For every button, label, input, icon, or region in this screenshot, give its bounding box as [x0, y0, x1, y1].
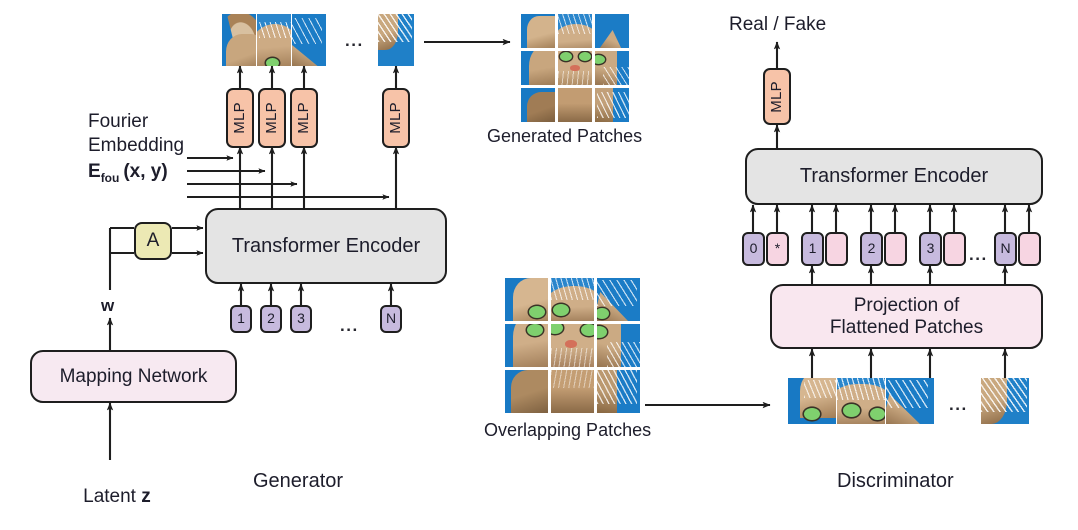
overlapping-patches-grid — [505, 278, 640, 413]
generator-mlp-box: MLP — [258, 88, 286, 148]
grid-patch — [505, 324, 548, 367]
generated-patch-tile — [292, 14, 326, 66]
discriminator-position-token: N — [994, 232, 1017, 266]
discriminator-token-ellipsis: ... — [969, 245, 988, 264]
grid-patch — [597, 324, 640, 367]
grid-patch — [521, 51, 555, 85]
affine-transform-label: A — [146, 230, 160, 252]
real-fake-output-label: Real / Fake — [729, 14, 827, 35]
generator-mlp-label: MLP — [386, 102, 404, 134]
discriminator-position-token: 3 — [919, 232, 942, 266]
fourier-symbol-subscript: fou — [100, 170, 120, 185]
generator-mlp-label: MLP — [294, 102, 312, 134]
w-latent-label: w — [101, 296, 115, 315]
fourier-symbol-args: (x, y) — [123, 160, 168, 182]
grid-patch — [595, 51, 629, 85]
generator-token: 2 — [260, 305, 282, 333]
grid-patch — [558, 14, 592, 48]
generated-strip-ellipsis: ... — [345, 31, 364, 50]
generator-mlp-box: MLP — [290, 88, 318, 148]
grid-patch — [505, 278, 548, 321]
grid-patch — [505, 370, 548, 413]
fourier-embedding-label: Fourier Embedding Efou (x, y) — [88, 110, 198, 185]
generator-token: N — [380, 305, 402, 333]
latent-z-label: Latent z — [62, 464, 151, 530]
generator-token-label: 3 — [297, 310, 305, 327]
fourier-line-1: Fourier — [88, 111, 149, 132]
discriminator-caption: Discriminator — [837, 470, 954, 492]
generator-mlp-label: MLP — [262, 102, 280, 134]
generator-mlp-box: MLP — [382, 88, 410, 148]
discriminator-position-token: 2 — [860, 232, 883, 266]
generator-token: 1 — [230, 305, 252, 333]
fourier-line-2: Embedding — [88, 134, 185, 156]
discriminator-position-token-label: N — [1000, 240, 1011, 257]
grid-patch — [595, 14, 629, 48]
latent-symbol: z — [141, 486, 151, 507]
generator-token: 3 — [290, 305, 312, 333]
input-patch-tile — [981, 378, 1029, 424]
grid-patch — [551, 370, 594, 413]
mapping-network-label: Mapping Network — [59, 365, 208, 387]
generator-token-ellipsis: ... — [340, 316, 359, 335]
discriminator-position-token-label: 0 — [749, 240, 758, 257]
fourier-symbol-base: E — [88, 160, 101, 182]
discriminator-encoder-label: Transformer Encoder — [799, 165, 989, 188]
discriminator-mlp-label: MLP — [767, 80, 785, 113]
generator-mlp-label: MLP — [230, 102, 248, 134]
discriminator-patch-token — [1018, 232, 1041, 266]
discriminator-patch-token: * — [766, 232, 789, 266]
affine-transform-box: A — [134, 222, 172, 260]
grid-patch — [558, 88, 592, 122]
projection-line-1: Projection of — [853, 295, 960, 317]
generator-transformer-encoder: Transformer Encoder — [205, 208, 447, 284]
discriminator-position-token-label: 3 — [926, 240, 935, 257]
grid-patch — [597, 370, 640, 413]
input-patch-tile — [837, 378, 885, 424]
discriminator-transformer-encoder: Transformer Encoder — [745, 148, 1043, 205]
generator-token-label: 2 — [267, 310, 275, 327]
grid-patch — [521, 14, 555, 48]
grid-patch — [551, 278, 594, 321]
projection-line-2: Flattened Patches — [829, 316, 984, 338]
discriminator-patch-token — [884, 232, 907, 266]
input-patch-tile — [886, 378, 934, 424]
grid-patch — [597, 278, 640, 321]
generator-encoder-label: Transformer Encoder — [231, 234, 421, 257]
generated-patches-caption: Generated Patches — [487, 126, 643, 146]
discriminator-mlp-box: MLP — [763, 68, 791, 125]
discriminator-position-token-label: 1 — [808, 240, 817, 257]
figure-canvas: ... MLP MLP MLP MLP Fourier Embedding Ef… — [0, 0, 1078, 530]
mapping-network-box: Mapping Network — [30, 350, 237, 403]
discriminator-position-token: 1 — [801, 232, 824, 266]
generated-patch-tile — [257, 14, 291, 66]
generator-token-label: N — [385, 310, 397, 327]
discriminator-patch-token — [825, 232, 848, 266]
grid-patch — [521, 88, 555, 122]
grid-patch — [551, 324, 594, 367]
input-patch-ellipsis: ... — [949, 395, 968, 414]
discriminator-position-token-label: 2 — [867, 240, 876, 257]
generated-patches-grid — [521, 14, 629, 122]
projection-of-flattened-patches-box: Projection of Flattened Patches — [770, 284, 1043, 349]
overlapping-patches-caption: Overlapping Patches — [484, 420, 652, 440]
discriminator-patch-token — [943, 232, 966, 266]
latent-prefix: Latent — [83, 486, 142, 507]
generator-token-label: 1 — [237, 310, 245, 327]
generator-caption: Generator — [253, 470, 344, 492]
generator-mlp-box: MLP — [226, 88, 254, 148]
generated-patch-tile — [378, 14, 414, 66]
generated-patch-tile — [222, 14, 256, 66]
discriminator-patch-token-label: * — [774, 240, 781, 257]
grid-patch — [558, 51, 592, 85]
grid-patch — [595, 88, 629, 122]
discriminator-position-token: 0 — [742, 232, 765, 266]
input-patch-tile — [788, 378, 836, 424]
